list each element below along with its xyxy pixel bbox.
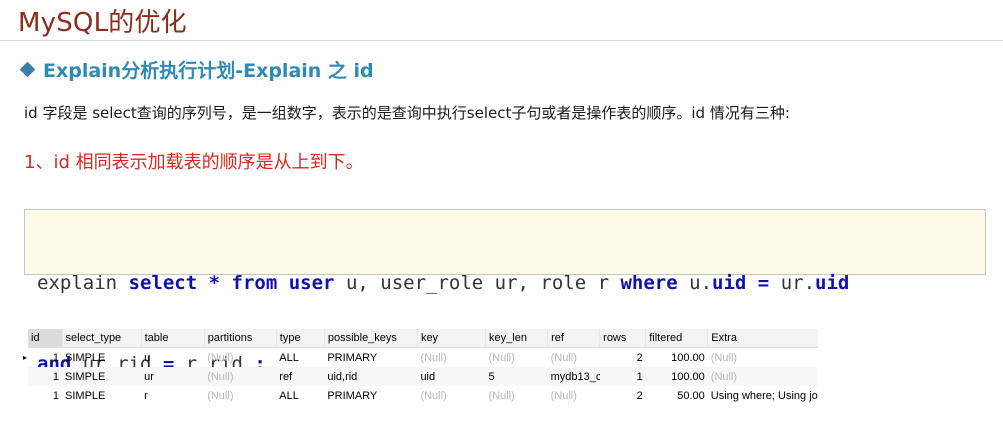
sql-keyword: *: [208, 272, 221, 294]
table-row[interactable]: 1 SIMPLE r (Null) ALL PRIMARY (Null) (Null) (Nul…: [28, 386, 818, 405]
cell-table[interactable]: ur: [141, 367, 205, 386]
section-heading-text: Explain分析执行计划-Explain 之 id: [43, 60, 374, 82]
column-header-select-type[interactable]: select_type: [61, 329, 142, 348]
cell-type[interactable]: ALL: [276, 348, 324, 368]
cell-id[interactable]: 1: [28, 386, 62, 405]
column-header-rows[interactable]: rows: [599, 329, 646, 348]
cell-rows[interactable]: 2: [600, 386, 646, 405]
table-header-row: id select_type table partitions type possible…: [28, 329, 818, 348]
column-header-key-len[interactable]: key_len: [485, 329, 548, 348]
cell-rows[interactable]: 1: [599, 367, 646, 386]
sql-text: explain: [37, 272, 129, 294]
column-header-partitions[interactable]: partitions: [203, 329, 277, 348]
section-heading: Explain分析执行计划-Explain 之 id: [18, 56, 374, 83]
cell-extra[interactable]: Using where; Using jo: [708, 386, 818, 405]
cell-partitions[interactable]: (Null): [204, 386, 276, 405]
cell-filtered[interactable]: 100.00: [645, 367, 708, 386]
column-header-possible-keys[interactable]: possible_keys: [323, 329, 418, 348]
highlight-point: 1、id 相同表示加载表的顺序是从上到下。: [24, 152, 364, 173]
cell-possible-keys[interactable]: uid,rid: [324, 367, 418, 386]
sql-text: ur.: [769, 272, 816, 294]
cell-key-len[interactable]: 5: [485, 367, 548, 386]
cell-key-len[interactable]: (Null): [486, 348, 548, 368]
sql-text: u, user_role ur, role r: [334, 272, 621, 294]
cell-select-type[interactable]: SIMPLE: [62, 367, 142, 386]
column-header-ref[interactable]: ref: [547, 329, 600, 348]
diamond-bullet-icon: [19, 61, 36, 78]
result-table: id select_type table partitions type possible…: [28, 329, 818, 405]
cell-table[interactable]: r: [141, 386, 204, 405]
cell-key[interactable]: (Null): [417, 348, 485, 368]
cell-type[interactable]: ref: [276, 367, 325, 386]
cell-possible-keys[interactable]: PRIMARY: [324, 348, 417, 368]
cell-ref[interactable]: (Null): [548, 348, 600, 368]
column-header-type[interactable]: type: [275, 329, 325, 348]
column-header-key[interactable]: key: [416, 329, 486, 348]
code-line-1: explain select * from user u, user_role …: [37, 270, 985, 297]
table-row[interactable]: 1 SIMPLE ur (Null) ref uid,rid uid 5 mydb13_c 1 10…: [28, 367, 818, 386]
cell-key-len[interactable]: (Null): [486, 386, 548, 405]
cell-partitions[interactable]: (Null): [204, 367, 277, 386]
sql-keyword: from: [231, 272, 278, 294]
cell-id[interactable]: 1: [28, 367, 63, 386]
cell-ref[interactable]: mydb13_c: [547, 367, 600, 386]
cell-ref[interactable]: (Null): [548, 386, 600, 405]
cell-key[interactable]: uid: [417, 367, 486, 386]
description-paragraph: id 字段是 select查询的序列号，是一组数字，表示的是查询中执行selec…: [24, 104, 790, 122]
cell-table[interactable]: u: [141, 348, 204, 368]
sql-keyword: where: [620, 272, 678, 294]
title-divider: [0, 40, 1003, 41]
cell-partitions[interactable]: (Null): [204, 348, 276, 368]
cell-extra[interactable]: (Null): [708, 348, 818, 368]
cell-filtered[interactable]: 50.00: [646, 386, 708, 405]
explain-result-grid: ▸ id select_type table partitions type possib…: [23, 329, 818, 405]
sql-keyword: uid: [815, 272, 850, 294]
sql-keyword: =: [757, 272, 770, 294]
cell-select-type[interactable]: SIMPLE: [62, 348, 141, 368]
column-header-filtered[interactable]: filtered: [645, 329, 708, 348]
column-header-extra[interactable]: Extra: [707, 329, 818, 348]
table-row[interactable]: 1 SIMPLE u (Null) ALL PRIMARY (Null) (Null) (Nul…: [28, 348, 818, 368]
sql-text: u.: [677, 272, 713, 294]
sql-keyword: select: [128, 272, 198, 294]
current-row-marker-icon: ▸: [23, 353, 28, 362]
cell-filtered[interactable]: 100.00: [646, 348, 708, 368]
cell-extra[interactable]: (Null): [707, 367, 818, 386]
cell-rows[interactable]: 2: [600, 348, 646, 368]
cell-select-type[interactable]: SIMPLE: [62, 386, 141, 405]
sql-keyword: user: [288, 272, 335, 294]
slide-title: MySQL的优化: [18, 8, 187, 38]
cell-key[interactable]: (Null): [417, 386, 485, 405]
sql-code-block: explain select * from user u, user_role …: [24, 209, 986, 375]
sql-keyword: uid: [712, 272, 747, 294]
column-header-table[interactable]: table: [140, 329, 205, 348]
cell-id[interactable]: 1: [28, 348, 62, 368]
cell-type[interactable]: ALL: [276, 386, 324, 405]
cell-possible-keys[interactable]: PRIMARY: [324, 386, 417, 405]
column-header-id[interactable]: id: [28, 329, 63, 348]
